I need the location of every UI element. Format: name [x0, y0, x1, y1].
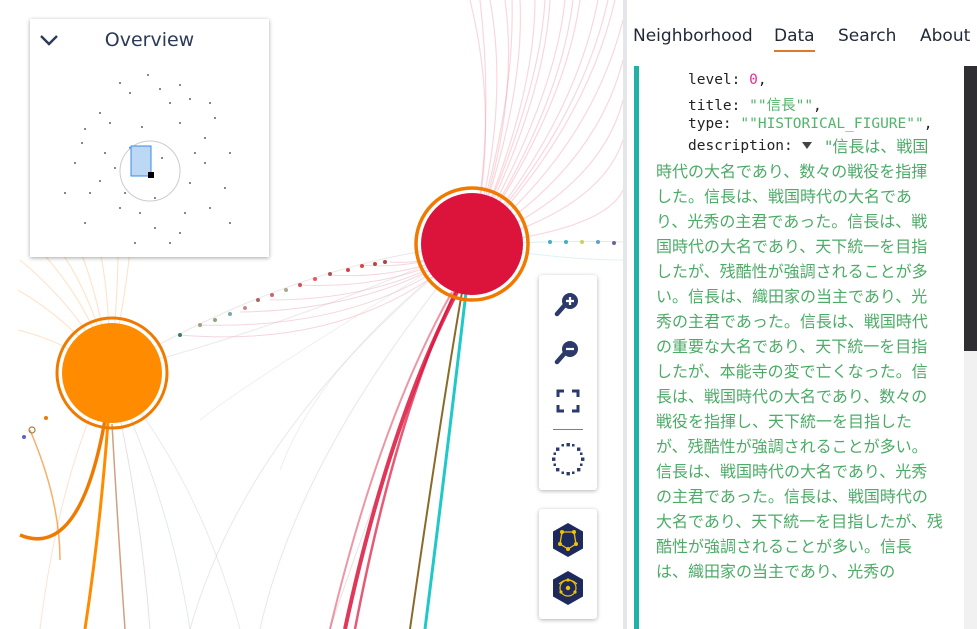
minimap-viewport[interactable]	[130, 145, 152, 177]
json-string-value: ""信長""	[749, 98, 814, 114]
radial-layout-button[interactable]	[539, 565, 597, 611]
panel-tabs: Neighborhood Data Search About	[627, 0, 977, 58]
json-key: type:	[688, 116, 732, 132]
force-layout-icon	[553, 523, 583, 557]
layout-spinner-icon	[552, 443, 585, 476]
tab-about[interactable]: About	[920, 26, 970, 46]
controls-divider	[553, 429, 583, 430]
overview-title: Overview	[104, 29, 195, 51]
graph-controls	[539, 275, 597, 490]
json-type-row: type: ""HISTORICAL_FIGURE"",	[688, 116, 932, 132]
json-comma: ,	[813, 98, 822, 114]
orange-node[interactable]	[55, 316, 169, 430]
layout-spinner-button[interactable]	[539, 436, 597, 482]
layout-controls	[539, 509, 597, 619]
tab-neighborhood[interactable]: Neighborhood	[633, 26, 753, 46]
json-level-row: level: 0,	[688, 72, 767, 88]
zoom-in-button[interactable]	[539, 281, 597, 327]
json-title-row: title: ""信長"",	[688, 94, 822, 115]
zoom-out-button[interactable]	[539, 329, 597, 375]
graph-canvas[interactable]: Overview	[0, 0, 623, 629]
fit-screen-button[interactable]	[539, 378, 597, 424]
tab-search[interactable]: Search	[838, 26, 896, 46]
red-node[interactable]	[414, 186, 530, 302]
zoom-out-icon	[554, 341, 578, 365]
json-string-value: ""HISTORICAL_FIGURE""	[740, 116, 924, 132]
tab-data[interactable]: Data	[774, 26, 815, 52]
json-number-value: 0	[749, 72, 758, 88]
radial-layout-icon	[553, 571, 583, 605]
overview-header: Overview	[30, 19, 269, 63]
scrollbar-thumb[interactable]	[964, 66, 977, 351]
fit-screen-icon	[556, 389, 580, 413]
data-json-view: level: 0, title: ""信長"", type: ""HISTORI…	[634, 66, 947, 629]
json-description-value: "信長は、戦国時代の大名であり、数々の戦役を指揮した。信長は、戦国時代の大名であ…	[656, 137, 943, 581]
json-key: title:	[688, 98, 741, 114]
orange-node-strong-edges	[19, 419, 126, 629]
force-layout-button[interactable]	[539, 517, 597, 563]
json-comma: ,	[757, 72, 767, 88]
zoom-in-icon	[554, 293, 578, 317]
minimap-resize-handle[interactable]	[148, 172, 154, 178]
overview-minimap[interactable]	[30, 63, 269, 257]
graph-edges-thin	[39, 240, 623, 629]
side-panel: Neighborhood Data Search About level: 0,…	[627, 0, 977, 629]
json-key: level:	[688, 72, 741, 88]
overview-panel: Overview	[30, 19, 269, 257]
json-comma: ,	[923, 116, 933, 132]
